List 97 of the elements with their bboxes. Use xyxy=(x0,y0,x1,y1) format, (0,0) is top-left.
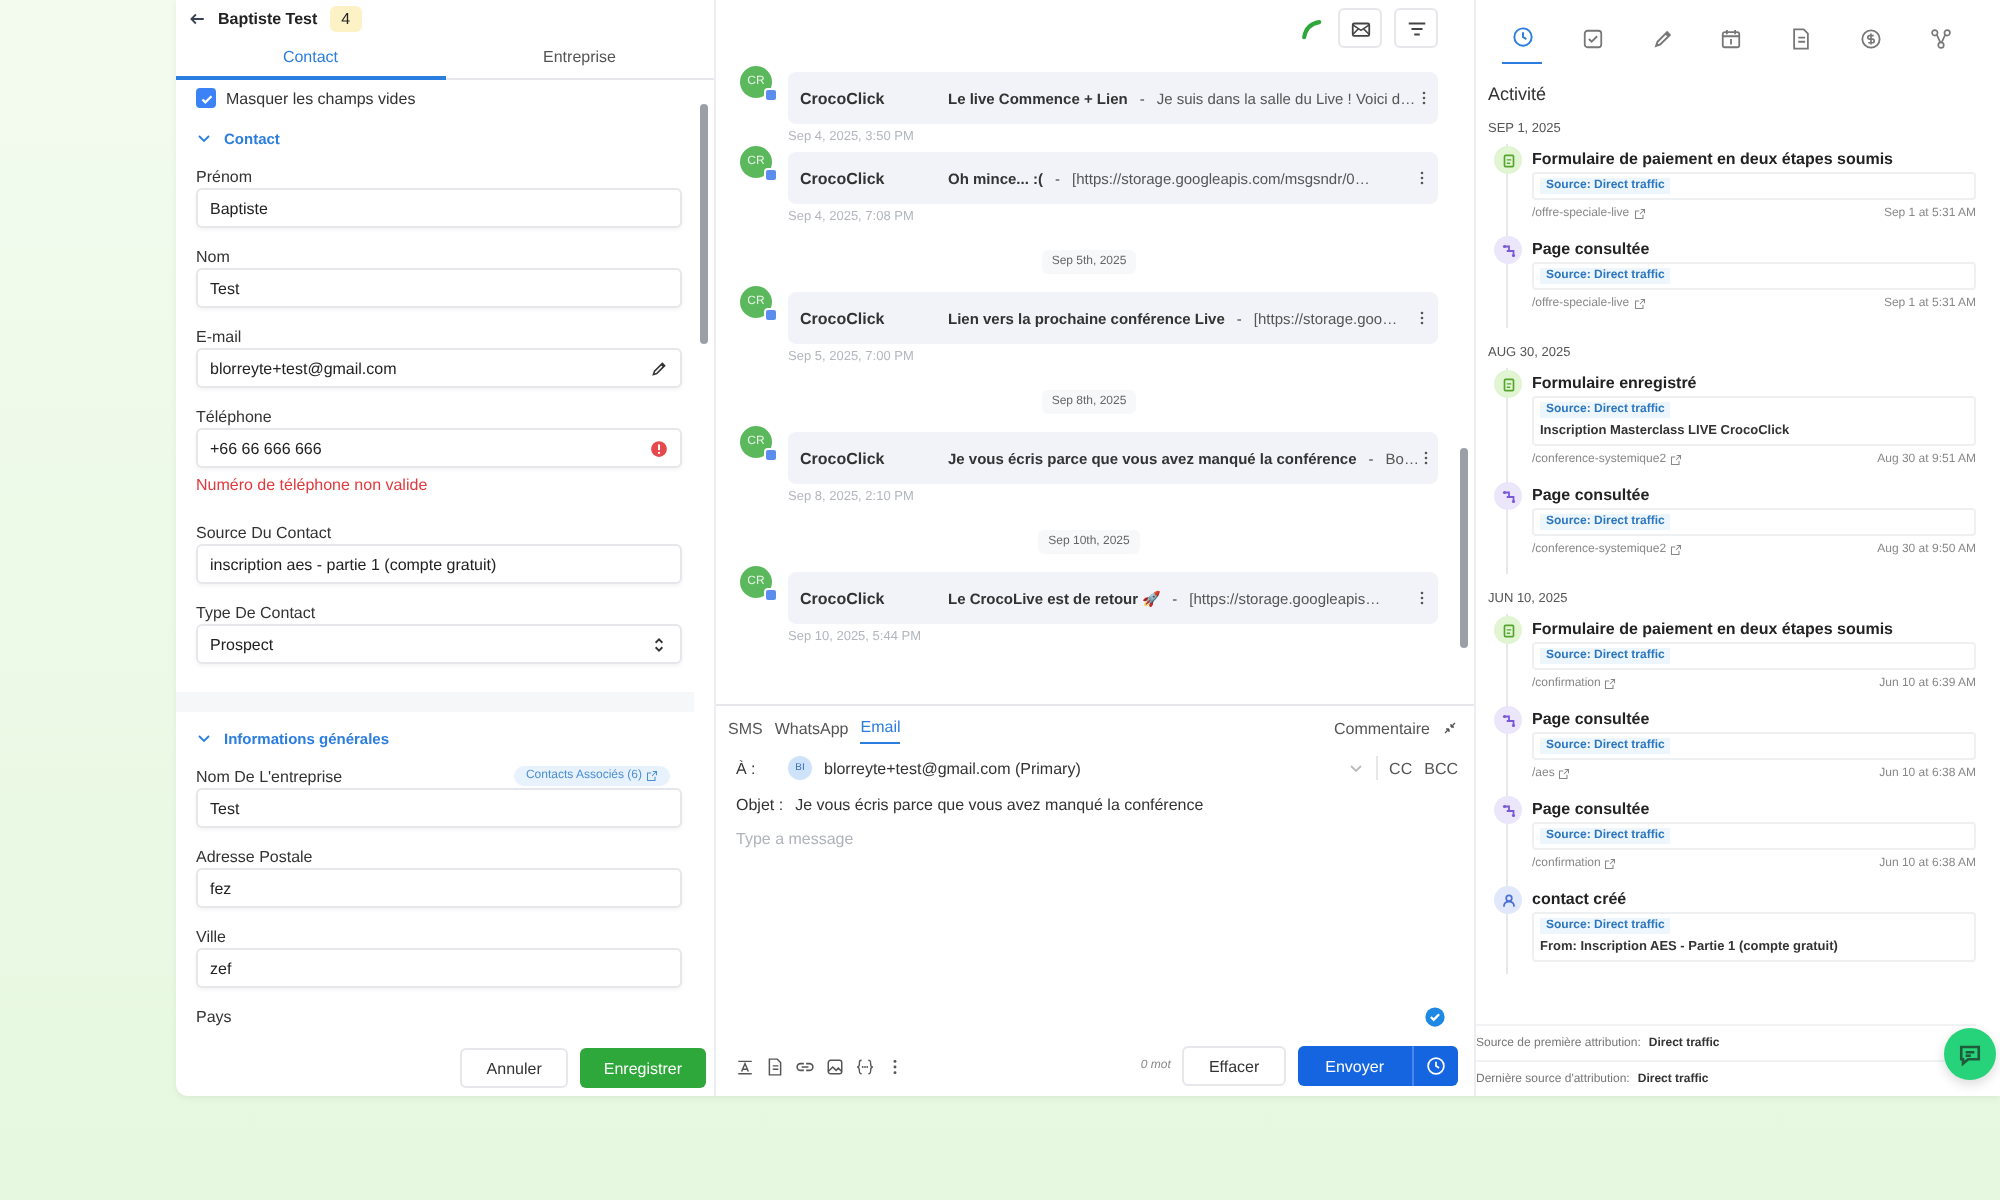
comment-tab[interactable]: Commentaire xyxy=(1333,712,1430,744)
person-icon xyxy=(1499,891,1517,909)
page-view-icon xyxy=(1499,801,1517,819)
form-icon xyxy=(1499,151,1517,169)
filter-button[interactable] xyxy=(1394,8,1438,48)
link-icon[interactable] xyxy=(796,1057,814,1075)
form-icon xyxy=(1499,375,1517,393)
input-field[interactable]: Test xyxy=(196,788,682,828)
recipient-email: blorreyte+test@gmail.com (Primary) xyxy=(824,759,1081,777)
field-label: Nom xyxy=(196,247,230,265)
chevron-icon[interactable] xyxy=(196,130,212,146)
input-field[interactable]: Test xyxy=(196,268,682,308)
text-format-icon[interactable] xyxy=(736,1057,754,1075)
bcc-button[interactable]: BCC xyxy=(1424,759,1458,777)
sender-name: CrocoClick xyxy=(800,309,887,327)
field-label: Téléphone xyxy=(196,407,272,425)
phone-icon[interactable] xyxy=(1300,17,1322,39)
field-label: À : xyxy=(734,759,758,777)
external-link-icon xyxy=(1670,453,1683,465)
panel-title: Activité xyxy=(1488,82,1549,108)
event-title: Page consultée xyxy=(1532,797,1652,822)
tab[interactable]: SMS xyxy=(728,712,763,744)
checkbox-icon[interactable] xyxy=(1581,27,1604,49)
page-view-icon xyxy=(1499,241,1517,259)
chat-icon xyxy=(1956,1040,1984,1068)
send-button[interactable]: Envoyer xyxy=(1297,1046,1412,1086)
tab[interactable]: Contact xyxy=(176,36,445,80)
page-view-icon xyxy=(1499,487,1517,505)
tab[interactable]: WhatsApp xyxy=(774,712,849,744)
external-link-icon xyxy=(646,770,658,782)
error-icon xyxy=(650,439,668,457)
input-field[interactable]: Baptiste xyxy=(196,188,682,228)
external-link-icon xyxy=(1558,767,1571,779)
cancel-button[interactable]: Annuler xyxy=(460,1048,568,1088)
clear-button[interactable]: Effacer xyxy=(1182,1046,1286,1086)
input-field[interactable]: inscription aes - partie 1 (compte gratuit) xyxy=(196,544,682,584)
checkbox-label: Masquer les champs vides xyxy=(226,89,416,107)
external-link-icon xyxy=(1633,207,1646,219)
collapse-icon[interactable] xyxy=(1442,720,1458,736)
field-label: Objet : xyxy=(734,795,784,813)
code-braces-icon[interactable] xyxy=(856,1057,874,1075)
input-field[interactable]: +66 66 666 666 xyxy=(196,428,682,468)
input-field[interactable]: blorreyte+test@gmail.com xyxy=(196,348,682,388)
chevron-icon[interactable] xyxy=(196,730,212,746)
tab[interactable]: Email xyxy=(860,712,901,744)
calendar-icon[interactable] xyxy=(1720,27,1743,49)
page-view-icon xyxy=(1499,711,1517,729)
input-field[interactable]: Prospect xyxy=(196,624,682,664)
input-field[interactable]: fez xyxy=(196,868,682,908)
sender-name: CrocoClick xyxy=(800,589,887,607)
clock-icon[interactable] xyxy=(1511,26,1534,48)
checkbox[interactable] xyxy=(196,88,216,108)
schedule-button[interactable] xyxy=(1412,1046,1458,1086)
filter-icon xyxy=(1405,17,1427,39)
event-title: contact créé xyxy=(1532,887,1629,911)
field-label: Ville xyxy=(196,927,226,945)
subject-value: Je vous écris parce que vous avez manqué la conférence xyxy=(795,795,1204,813)
field-label: Prénom xyxy=(196,167,253,185)
field-label: Source Du Contact xyxy=(196,523,332,541)
event-title: Formulaire de paiement en deux étapes soumis xyxy=(1532,147,1895,172)
external-link-icon xyxy=(1670,543,1683,555)
input-field[interactable]: zef xyxy=(196,948,682,988)
back-arrow-icon[interactable] xyxy=(188,9,206,27)
mail-icon xyxy=(1349,17,1371,39)
pencil-icon[interactable] xyxy=(650,359,668,377)
sort-arrows-icon xyxy=(650,635,668,653)
external-link-icon xyxy=(1604,677,1617,689)
error-message: Numéro de téléphone non valide xyxy=(196,476,430,498)
field-label: E-mail xyxy=(196,327,242,345)
form-icon xyxy=(1499,621,1517,639)
event-title: Formulaire enregistré xyxy=(1532,371,1699,396)
chat-button[interactable] xyxy=(1944,1028,1996,1080)
mail-button[interactable] xyxy=(1338,8,1382,48)
event-title: Page consultée xyxy=(1532,483,1652,508)
document-icon[interactable] xyxy=(766,1057,784,1075)
event-title: Page consultée xyxy=(1532,707,1652,732)
field-label: Pays xyxy=(196,1007,232,1025)
event-title: Page consultée xyxy=(1532,237,1652,262)
sender-name: CrocoClick xyxy=(800,449,887,467)
contact-name: Baptiste Test xyxy=(218,9,318,27)
document-icon[interactable] xyxy=(1790,27,1813,49)
cc-button[interactable]: CC xyxy=(1389,759,1413,777)
field-label: Type De Contact xyxy=(196,603,316,621)
check-badge-icon xyxy=(1424,1006,1446,1028)
tab[interactable]: Entreprise xyxy=(445,36,714,80)
clock-icon xyxy=(1426,1056,1446,1076)
dollar-icon[interactable] xyxy=(1860,27,1883,49)
event-title: Formulaire de paiement en deux étapes soumis xyxy=(1532,617,1895,642)
count-badge: 4 xyxy=(329,5,363,31)
sender-name: CrocoClick xyxy=(800,169,887,187)
image-icon[interactable] xyxy=(826,1057,844,1075)
sender-name: CrocoClick xyxy=(800,89,887,107)
field-label: Adresse Postale xyxy=(196,847,313,865)
external-link-icon xyxy=(1633,297,1646,309)
external-link-icon xyxy=(1604,857,1617,869)
nodes-icon[interactable] xyxy=(1929,27,1952,49)
field-label: Nom De L'entreprise xyxy=(196,767,343,785)
